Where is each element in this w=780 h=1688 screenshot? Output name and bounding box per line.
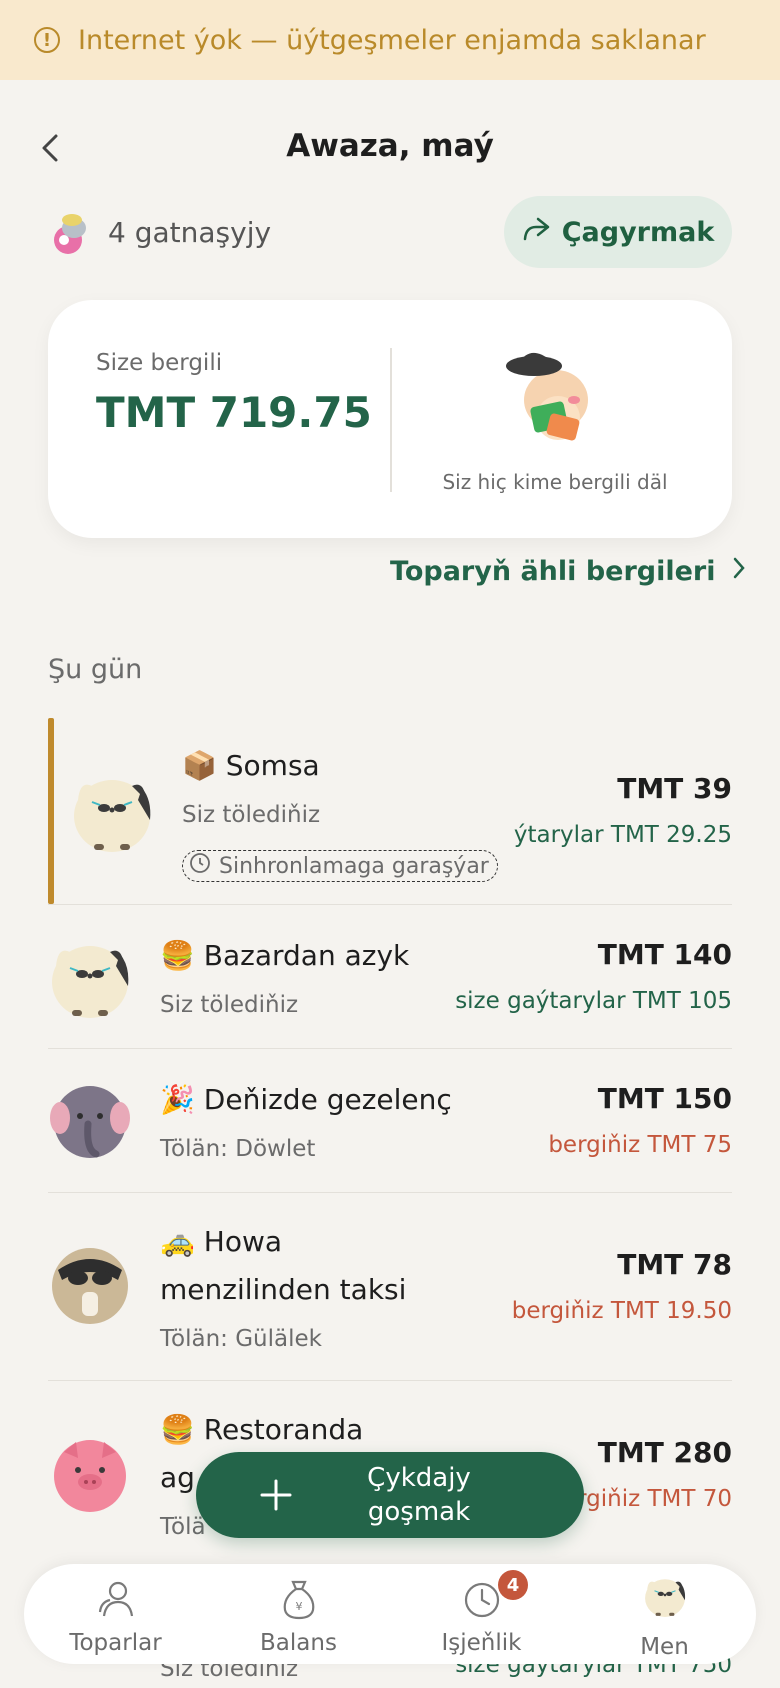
expense-title[interactable]: 📦 Somsa: [182, 742, 320, 790]
pending-accent-bar: [48, 718, 54, 904]
expense-title[interactable]: 🎉 Deňizde gezelenç: [160, 1076, 452, 1124]
cat-avatar: [70, 770, 154, 854]
chevron-right-icon: [732, 556, 746, 587]
expense-share-note: bergiňiz TMT 75: [548, 1132, 732, 1158]
expense-share-note: bergiňiz TMT 19.50: [511, 1298, 732, 1324]
expense-share-note: rgiňiz TMT 70: [577, 1486, 732, 1512]
row-divider: [48, 1380, 732, 1381]
expense-amount: TMT 78: [617, 1248, 732, 1281]
row-divider: [48, 1048, 732, 1049]
expense-amount: TMT 140: [597, 938, 732, 971]
offline-banner-text: Internet ýok — üýtgeşmeler enjamda sakla…: [78, 24, 706, 56]
plus-icon: [258, 1477, 294, 1513]
invite-label: Çagyrmak: [561, 216, 715, 248]
expense-payer: Tölän: Gülälek: [160, 1326, 322, 1352]
expense-title[interactable]: 🚕 Howa menzilinden taksi: [160, 1218, 406, 1314]
owed-to-you-label: Size bergili: [96, 350, 223, 376]
nav-item-balance[interactable]: ¥ Balans: [207, 1564, 390, 1664]
expense-payer: Tölän: Döwlet: [160, 1136, 316, 1162]
expense-title[interactable]: 🍔 Bazardan azyk: [160, 932, 409, 980]
nav-label: Işjeňlik: [441, 1630, 522, 1656]
expense-payer: Tölä: [160, 1514, 206, 1540]
cat-avatar: [643, 1574, 687, 1618]
expense-share-note: ýtarylar TMT 29.25: [513, 822, 732, 848]
you-owe-status: Siz hiç kime bergili däl: [442, 470, 668, 494]
cat-avatar: [48, 936, 132, 1020]
page-title: Awaza, maý: [286, 128, 494, 164]
nav-item-activity[interactable]: 4 Işjeňlik: [390, 1564, 573, 1664]
people-icon: [96, 1578, 136, 1620]
activity-badge: 4: [498, 1570, 528, 1600]
group-avatar: [48, 210, 92, 258]
share-arrow-icon: [522, 217, 550, 248]
expense-amount: TMT 39: [617, 772, 732, 805]
all-debts-label: Toparyň ähli bergileri: [390, 556, 716, 587]
offline-banner: ! Internet ýok — üýtgeşmeler enjamda sak…: [0, 0, 780, 80]
expense-payer: Siz tölediňiz: [160, 992, 299, 1018]
nav-item-me[interactable]: Men: [573, 1564, 756, 1664]
money-bag-icon: ¥: [279, 1578, 319, 1620]
pending-sync-label: Sinhronlamaga garaşýar: [219, 853, 489, 879]
clock-icon: [462, 1578, 502, 1620]
nav-item-groups[interactable]: Toparlar: [24, 1564, 207, 1664]
card-divider: [390, 348, 392, 492]
pig-avatar: [54, 1440, 126, 1512]
bottom-nav: Toparlar ¥ Balans 4 Işjeňlik Men: [24, 1564, 756, 1664]
elephant-avatar: [50, 1086, 130, 1158]
bear-money-illustration: [504, 344, 604, 452]
clock-icon: [189, 852, 211, 880]
nav-label: Men: [640, 1634, 689, 1660]
pending-sync-badge: Sinhronlamaga garaşýar: [182, 850, 498, 882]
invite-button[interactable]: Çagyrmak: [504, 196, 732, 268]
expense-amount: TMT 150: [597, 1082, 732, 1115]
add-expense-label: Çykdajy goşmak: [367, 1463, 471, 1527]
nav-label: Balans: [260, 1630, 337, 1656]
section-header-today: Şu gün: [48, 654, 143, 685]
raccoon-avatar: [52, 1248, 128, 1324]
svg-text:¥: ¥: [295, 1600, 302, 1613]
owed-to-you-amount: TMT 719.75: [96, 388, 372, 437]
warning-circle-icon: !: [34, 27, 60, 53]
expense-payer: Siz tölediňiz: [182, 802, 321, 828]
expense-amount: TMT 280: [597, 1436, 732, 1469]
row-divider: [48, 904, 732, 905]
expense-share-note: size gaýtarylar TMT 105: [455, 988, 732, 1014]
nav-label: Toparlar: [69, 1630, 162, 1656]
row-divider: [48, 1192, 732, 1193]
participants-count: 4 gatnaşyjy: [108, 216, 272, 249]
add-expense-button[interactable]: Çykdajy goşmak: [196, 1452, 584, 1538]
all-group-debts-link[interactable]: Toparyň ähli bergileri: [390, 556, 746, 587]
